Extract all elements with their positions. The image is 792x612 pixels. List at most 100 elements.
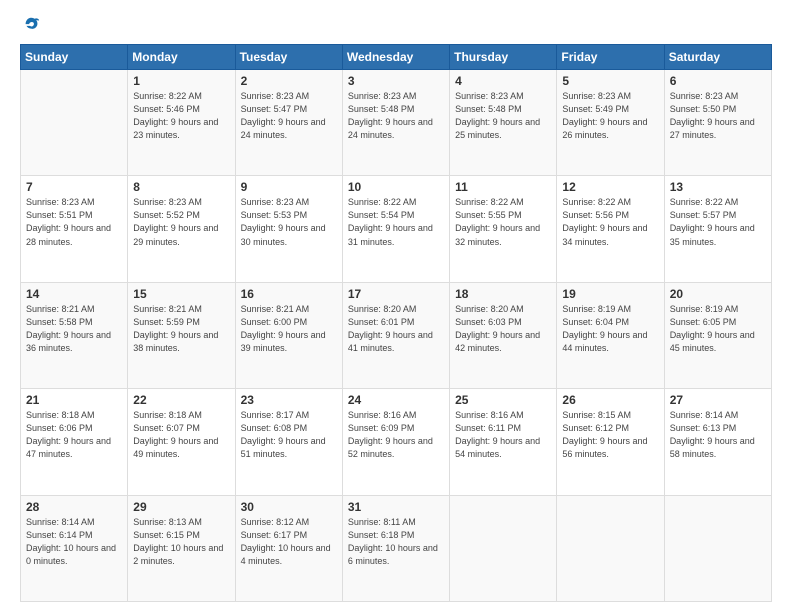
day-info: Sunrise: 8:20 AM Sunset: 6:01 PM Dayligh… bbox=[348, 303, 444, 355]
calendar-cell: 1 Sunrise: 8:22 AM Sunset: 5:46 PM Dayli… bbox=[128, 70, 235, 176]
calendar-cell bbox=[21, 70, 128, 176]
day-number: 19 bbox=[562, 287, 658, 301]
day-info: Sunrise: 8:23 AM Sunset: 5:48 PM Dayligh… bbox=[455, 90, 551, 142]
calendar-cell: 10 Sunrise: 8:22 AM Sunset: 5:54 PM Dayl… bbox=[342, 176, 449, 282]
day-number: 18 bbox=[455, 287, 551, 301]
weekday-header: Saturday bbox=[664, 45, 771, 70]
day-number: 17 bbox=[348, 287, 444, 301]
calendar-cell: 4 Sunrise: 8:23 AM Sunset: 5:48 PM Dayli… bbox=[450, 70, 557, 176]
sunrise-text: Sunrise: 8:22 AM bbox=[670, 197, 739, 207]
weekday-header: Thursday bbox=[450, 45, 557, 70]
sunrise-text: Sunrise: 8:15 AM bbox=[562, 410, 631, 420]
calendar-cell: 16 Sunrise: 8:21 AM Sunset: 6:00 PM Dayl… bbox=[235, 282, 342, 388]
day-number: 6 bbox=[670, 74, 766, 88]
day-info: Sunrise: 8:17 AM Sunset: 6:08 PM Dayligh… bbox=[241, 409, 337, 461]
weekday-header: Wednesday bbox=[342, 45, 449, 70]
sunset-text: Sunset: 6:08 PM bbox=[241, 423, 308, 433]
sunset-text: Sunset: 5:50 PM bbox=[670, 104, 737, 114]
sunset-text: Sunset: 5:46 PM bbox=[133, 104, 200, 114]
sunset-text: Sunset: 6:04 PM bbox=[562, 317, 629, 327]
day-info: Sunrise: 8:12 AM Sunset: 6:17 PM Dayligh… bbox=[241, 516, 337, 568]
sunrise-text: Sunrise: 8:23 AM bbox=[455, 91, 524, 101]
calendar-cell: 5 Sunrise: 8:23 AM Sunset: 5:49 PM Dayli… bbox=[557, 70, 664, 176]
day-info: Sunrise: 8:16 AM Sunset: 6:09 PM Dayligh… bbox=[348, 409, 444, 461]
sunrise-text: Sunrise: 8:16 AM bbox=[348, 410, 417, 420]
daylight-text: Daylight: 9 hours and 29 minutes. bbox=[133, 223, 218, 246]
calendar-cell: 12 Sunrise: 8:22 AM Sunset: 5:56 PM Dayl… bbox=[557, 176, 664, 282]
calendar-cell: 25 Sunrise: 8:16 AM Sunset: 6:11 PM Dayl… bbox=[450, 389, 557, 495]
day-number: 20 bbox=[670, 287, 766, 301]
calendar-cell: 11 Sunrise: 8:22 AM Sunset: 5:55 PM Dayl… bbox=[450, 176, 557, 282]
day-number: 8 bbox=[133, 180, 229, 194]
daylight-text: Daylight: 9 hours and 34 minutes. bbox=[562, 223, 647, 246]
calendar-cell: 3 Sunrise: 8:23 AM Sunset: 5:48 PM Dayli… bbox=[342, 70, 449, 176]
sunset-text: Sunset: 5:58 PM bbox=[26, 317, 93, 327]
calendar-week-row: 7 Sunrise: 8:23 AM Sunset: 5:51 PM Dayli… bbox=[21, 176, 772, 282]
sunrise-text: Sunrise: 8:12 AM bbox=[241, 517, 310, 527]
logo bbox=[20, 16, 40, 34]
day-info: Sunrise: 8:22 AM Sunset: 5:56 PM Dayligh… bbox=[562, 196, 658, 248]
weekday-header: Monday bbox=[128, 45, 235, 70]
sunrise-text: Sunrise: 8:21 AM bbox=[241, 304, 310, 314]
calendar-cell: 31 Sunrise: 8:11 AM Sunset: 6:18 PM Dayl… bbox=[342, 495, 449, 601]
day-info: Sunrise: 8:19 AM Sunset: 6:04 PM Dayligh… bbox=[562, 303, 658, 355]
daylight-text: Daylight: 9 hours and 30 minutes. bbox=[241, 223, 326, 246]
sunset-text: Sunset: 6:15 PM bbox=[133, 530, 200, 540]
sunset-text: Sunset: 5:52 PM bbox=[133, 210, 200, 220]
calendar-cell bbox=[664, 495, 771, 601]
day-number: 25 bbox=[455, 393, 551, 407]
sunrise-text: Sunrise: 8:21 AM bbox=[26, 304, 95, 314]
day-info: Sunrise: 8:14 AM Sunset: 6:14 PM Dayligh… bbox=[26, 516, 122, 568]
sunset-text: Sunset: 5:51 PM bbox=[26, 210, 93, 220]
day-number: 21 bbox=[26, 393, 122, 407]
sunset-text: Sunset: 5:57 PM bbox=[670, 210, 737, 220]
calendar-week-row: 14 Sunrise: 8:21 AM Sunset: 5:58 PM Dayl… bbox=[21, 282, 772, 388]
day-info: Sunrise: 8:18 AM Sunset: 6:07 PM Dayligh… bbox=[133, 409, 229, 461]
daylight-text: Daylight: 10 hours and 4 minutes. bbox=[241, 543, 331, 566]
daylight-text: Daylight: 9 hours and 42 minutes. bbox=[455, 330, 540, 353]
calendar-cell: 27 Sunrise: 8:14 AM Sunset: 6:13 PM Dayl… bbox=[664, 389, 771, 495]
day-number: 16 bbox=[241, 287, 337, 301]
day-info: Sunrise: 8:23 AM Sunset: 5:53 PM Dayligh… bbox=[241, 196, 337, 248]
daylight-text: Daylight: 9 hours and 38 minutes. bbox=[133, 330, 218, 353]
sunset-text: Sunset: 5:54 PM bbox=[348, 210, 415, 220]
day-info: Sunrise: 8:18 AM Sunset: 6:06 PM Dayligh… bbox=[26, 409, 122, 461]
sunrise-text: Sunrise: 8:22 AM bbox=[133, 91, 202, 101]
sunrise-text: Sunrise: 8:19 AM bbox=[670, 304, 739, 314]
daylight-text: Daylight: 9 hours and 45 minutes. bbox=[670, 330, 755, 353]
daylight-text: Daylight: 9 hours and 49 minutes. bbox=[133, 436, 218, 459]
day-info: Sunrise: 8:22 AM Sunset: 5:55 PM Dayligh… bbox=[455, 196, 551, 248]
daylight-text: Daylight: 9 hours and 24 minutes. bbox=[241, 117, 326, 140]
day-info: Sunrise: 8:16 AM Sunset: 6:11 PM Dayligh… bbox=[455, 409, 551, 461]
calendar-cell bbox=[557, 495, 664, 601]
calendar-week-row: 28 Sunrise: 8:14 AM Sunset: 6:14 PM Dayl… bbox=[21, 495, 772, 601]
day-number: 24 bbox=[348, 393, 444, 407]
calendar-cell: 29 Sunrise: 8:13 AM Sunset: 6:15 PM Dayl… bbox=[128, 495, 235, 601]
calendar-cell: 23 Sunrise: 8:17 AM Sunset: 6:08 PM Dayl… bbox=[235, 389, 342, 495]
daylight-text: Daylight: 9 hours and 54 minutes. bbox=[455, 436, 540, 459]
daylight-text: Daylight: 9 hours and 44 minutes. bbox=[562, 330, 647, 353]
day-info: Sunrise: 8:22 AM Sunset: 5:57 PM Dayligh… bbox=[670, 196, 766, 248]
day-info: Sunrise: 8:21 AM Sunset: 6:00 PM Dayligh… bbox=[241, 303, 337, 355]
daylight-text: Daylight: 9 hours and 36 minutes. bbox=[26, 330, 111, 353]
day-info: Sunrise: 8:23 AM Sunset: 5:51 PM Dayligh… bbox=[26, 196, 122, 248]
calendar-cell: 17 Sunrise: 8:20 AM Sunset: 6:01 PM Dayl… bbox=[342, 282, 449, 388]
sunset-text: Sunset: 5:53 PM bbox=[241, 210, 308, 220]
sunset-text: Sunset: 6:03 PM bbox=[455, 317, 522, 327]
day-number: 11 bbox=[455, 180, 551, 194]
weekday-header: Sunday bbox=[21, 45, 128, 70]
calendar-week-row: 1 Sunrise: 8:22 AM Sunset: 5:46 PM Dayli… bbox=[21, 70, 772, 176]
sunset-text: Sunset: 6:01 PM bbox=[348, 317, 415, 327]
calendar-table: SundayMondayTuesdayWednesdayThursdayFrid… bbox=[20, 44, 772, 602]
sunset-text: Sunset: 5:48 PM bbox=[455, 104, 522, 114]
daylight-text: Daylight: 9 hours and 24 minutes. bbox=[348, 117, 433, 140]
sunrise-text: Sunrise: 8:22 AM bbox=[348, 197, 417, 207]
day-number: 22 bbox=[133, 393, 229, 407]
page: SundayMondayTuesdayWednesdayThursdayFrid… bbox=[0, 0, 792, 612]
daylight-text: Daylight: 9 hours and 41 minutes. bbox=[348, 330, 433, 353]
sunset-text: Sunset: 6:05 PM bbox=[670, 317, 737, 327]
sunset-text: Sunset: 6:12 PM bbox=[562, 423, 629, 433]
sunrise-text: Sunrise: 8:20 AM bbox=[348, 304, 417, 314]
day-number: 4 bbox=[455, 74, 551, 88]
day-info: Sunrise: 8:23 AM Sunset: 5:52 PM Dayligh… bbox=[133, 196, 229, 248]
